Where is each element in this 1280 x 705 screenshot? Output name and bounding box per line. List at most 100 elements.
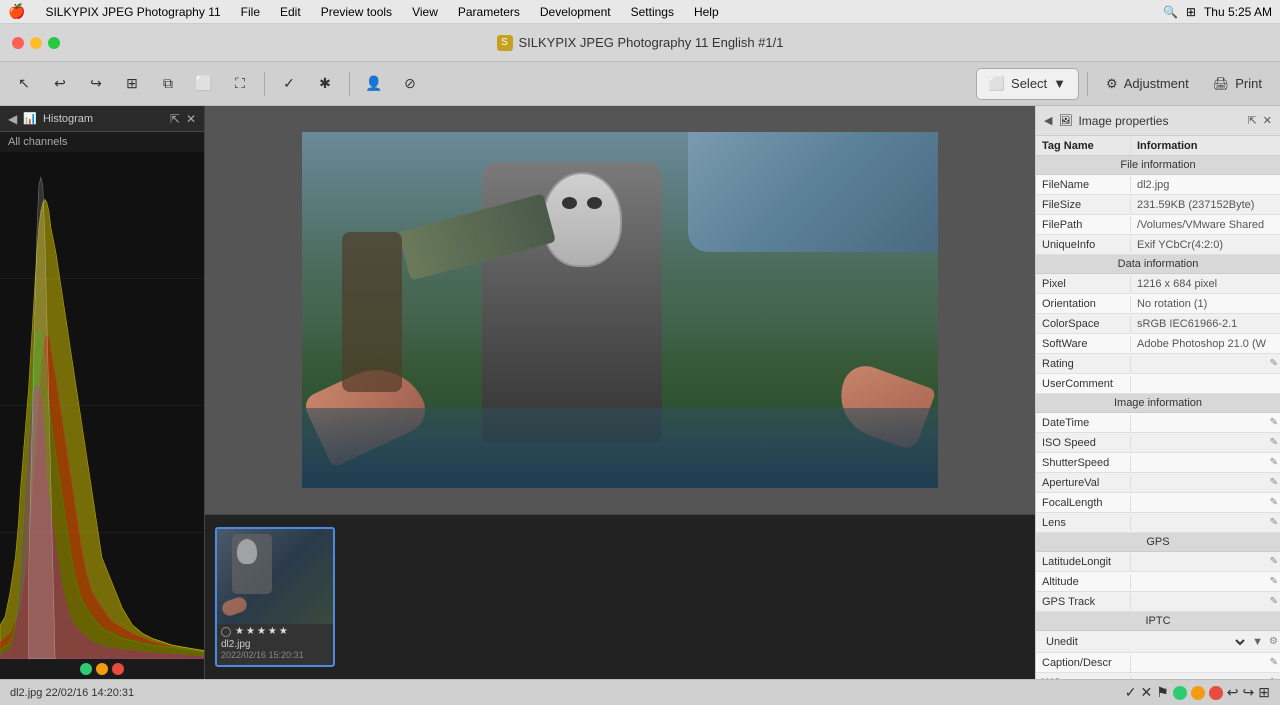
menubar-parameters[interactable]: Parameters xyxy=(454,3,524,21)
filmstrip-date-0: 2022/02/16 15:20:31 xyxy=(217,650,333,660)
preview-area[interactable] xyxy=(205,106,1035,514)
red-dot[interactable] xyxy=(112,663,124,675)
iptc-dropdown[interactable]: Unedit xyxy=(1036,633,1248,651)
green-dot[interactable] xyxy=(80,663,92,675)
cursor-tool-button[interactable]: ↖ xyxy=(8,68,40,100)
apertureval-row: ApertureVal ✎ xyxy=(1036,473,1280,493)
rating-edit-button[interactable]: ✎ xyxy=(1268,358,1280,369)
filesize-value: 231.59KB (237152Byte) xyxy=(1131,197,1280,213)
compare-button[interactable]: ⧉ xyxy=(152,68,184,100)
properties-prev-button[interactable]: ◀ xyxy=(1044,114,1052,127)
stamp-button[interactable]: ✱ xyxy=(309,68,341,100)
status-red-dot[interactable] xyxy=(1209,686,1223,700)
filename-value: dl2.jpg xyxy=(1131,177,1280,193)
histogram-prev-button[interactable]: ◀ xyxy=(8,112,17,126)
writer-edit-button[interactable]: ✎ xyxy=(1268,677,1280,679)
undo-button[interactable]: ↩ xyxy=(44,68,76,100)
control-strip-icon[interactable]: ⊞ xyxy=(1186,5,1196,19)
menubar-view[interactable]: View xyxy=(408,3,442,21)
adjustment-button[interactable]: ⚙ Adjustment xyxy=(1096,68,1199,100)
redo-button[interactable]: ↪ xyxy=(80,68,112,100)
histogram-close-button[interactable]: ✕ xyxy=(186,112,196,126)
latitude-edit-button[interactable]: ✎ xyxy=(1268,556,1280,567)
status-green-dot[interactable] xyxy=(1173,686,1187,700)
isospeed-edit-button[interactable]: ✎ xyxy=(1268,437,1280,448)
latitude-label: LatitudeLongit xyxy=(1036,554,1131,570)
person-button[interactable]: 👤 xyxy=(358,68,390,100)
datetime-edit-button[interactable]: ✎ xyxy=(1268,417,1280,428)
select-button[interactable]: ⬜ Select ▼ xyxy=(976,68,1079,100)
filmstrip[interactable]: ★ ★ ★ ★ ★ dl2.jpg 2022/02/16 15:20:31 xyxy=(205,514,1035,679)
grid-view-button[interactable]: ⊞ xyxy=(116,68,148,100)
search-icon[interactable]: 🔍 xyxy=(1163,5,1178,19)
menubar-edit[interactable]: Edit xyxy=(276,3,305,21)
status-check-button[interactable]: ✓ xyxy=(1125,684,1137,701)
caption-edit-button[interactable]: ✎ xyxy=(1268,657,1280,668)
tag-name-header: Tag Name xyxy=(1036,138,1131,154)
apertureval-value xyxy=(1131,481,1268,485)
iptc-select-row[interactable]: Unedit ▼ ⚙ xyxy=(1036,631,1280,653)
select-icon: ⬜ xyxy=(989,76,1005,92)
properties-panel-title: Image properties xyxy=(1078,114,1241,128)
menubar-file[interactable]: File xyxy=(237,3,264,21)
file-info-section: File information xyxy=(1036,156,1280,175)
main-layout: ◀ 📊 Histogram ⇱ ✕ All channels xyxy=(0,106,1280,679)
status-grid-button[interactable]: ⊞ xyxy=(1258,684,1270,701)
scene-building xyxy=(688,132,938,252)
print-button[interactable]: 🖨 Print xyxy=(1203,68,1272,100)
lens-edit-button[interactable]: ✎ xyxy=(1268,517,1280,528)
filename-label: FileName xyxy=(1036,177,1131,193)
status-cancel-button[interactable]: ✕ xyxy=(1141,684,1153,701)
shutterspeed-edit-button[interactable]: ✎ xyxy=(1268,457,1280,468)
usercomment-row: UserComment xyxy=(1036,374,1280,394)
properties-expand-button[interactable]: ⇱ xyxy=(1248,114,1257,127)
isospeed-value xyxy=(1131,441,1268,445)
minimize-button[interactable] xyxy=(30,37,42,49)
filmstrip-item-0[interactable]: ★ ★ ★ ★ ★ dl2.jpg 2022/02/16 15:20:31 xyxy=(215,527,335,667)
altitude-row: Altitude ✎ xyxy=(1036,572,1280,592)
histogram-expand-button[interactable]: ⇱ xyxy=(170,112,180,126)
altitude-edit-button[interactable]: ✎ xyxy=(1268,576,1280,587)
close-button[interactable] xyxy=(12,37,24,49)
shutterspeed-row: ShutterSpeed ✎ xyxy=(1036,453,1280,473)
iptc-settings-button[interactable]: ⚙ xyxy=(1267,636,1280,647)
checkmark-button[interactable]: ✓ xyxy=(273,68,305,100)
separator-3 xyxy=(1087,72,1088,96)
lens-value xyxy=(1131,521,1268,525)
star-circle xyxy=(221,627,231,637)
apertureval-edit-button[interactable]: ✎ xyxy=(1268,477,1280,488)
menubar-settings[interactable]: Settings xyxy=(627,3,678,21)
status-undo-button[interactable]: ↩ xyxy=(1227,684,1239,701)
menubar-development[interactable]: Development xyxy=(536,3,615,21)
status-redo-button[interactable]: ↪ xyxy=(1243,684,1255,701)
latitude-value xyxy=(1131,560,1268,564)
status-yellow-dot[interactable] xyxy=(1191,686,1205,700)
gpstrack-edit-button[interactable]: ✎ xyxy=(1268,596,1280,607)
isospeed-row: ISO Speed ✎ xyxy=(1036,433,1280,453)
menubar: 🍎 SILKYPIX JPEG Photography 11 File Edit… xyxy=(0,0,1280,24)
single-view-button[interactable]: ⬜ xyxy=(188,68,220,100)
menubar-preview-tools[interactable]: Preview tools xyxy=(317,3,396,21)
properties-panel-header: ◀ 🖼 Image properties ⇱ ✕ xyxy=(1036,106,1280,136)
shutterspeed-label: ShutterSpeed xyxy=(1036,455,1131,471)
star-1: ★ xyxy=(235,626,244,637)
isospeed-label: ISO Speed xyxy=(1036,435,1131,451)
star-5: ★ xyxy=(279,626,288,637)
filter-button[interactable]: ⊘ xyxy=(394,68,426,100)
maximize-button[interactable] xyxy=(48,37,60,49)
histogram-title: Histogram xyxy=(43,113,164,125)
menubar-app-name[interactable]: SILKYPIX JPEG Photography 11 xyxy=(41,3,224,21)
focallength-edit-button[interactable]: ✎ xyxy=(1268,497,1280,508)
separator-2 xyxy=(349,72,350,96)
software-row: SoftWare Adobe Photoshop 21.0 (W xyxy=(1036,334,1280,354)
properties-close-button[interactable]: ✕ xyxy=(1263,114,1272,127)
fullscreen-button[interactable]: ⛶ xyxy=(224,68,256,100)
filesize-label: FileSize xyxy=(1036,197,1131,213)
menubar-help[interactable]: Help xyxy=(690,3,723,21)
status-flag-button[interactable]: ⚑ xyxy=(1156,684,1169,701)
gpstrack-label: GPS Track xyxy=(1036,594,1131,610)
apple-menu[interactable]: 🍎 xyxy=(8,3,25,20)
pixel-label: Pixel xyxy=(1036,276,1131,292)
usercomment-value xyxy=(1131,382,1280,386)
orange-dot[interactable] xyxy=(96,663,108,675)
